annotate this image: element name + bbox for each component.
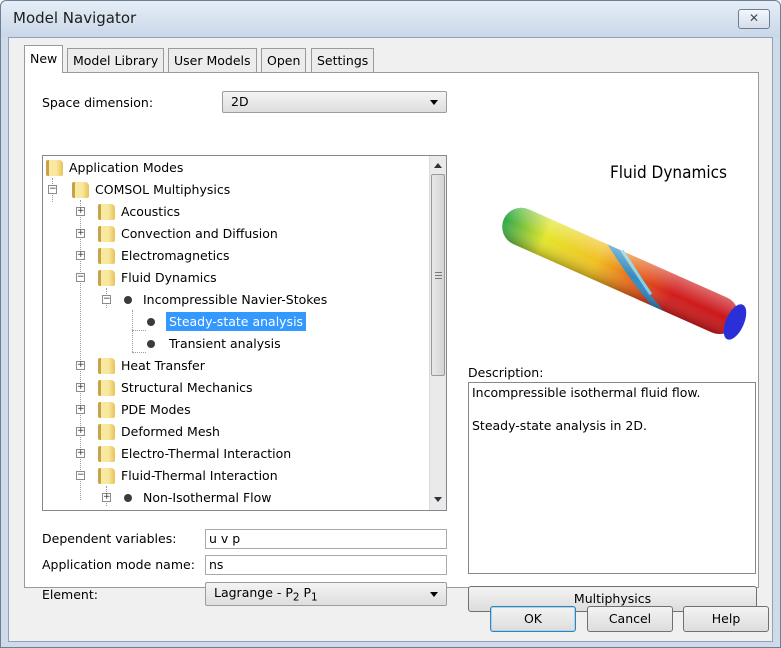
- tab-user-models[interactable]: User Models: [168, 48, 257, 72]
- folder-icon: [98, 468, 115, 484]
- element-select[interactable]: Lagrange - P2 P1: [205, 582, 447, 606]
- description-line-2: Steady-state analysis in 2D.: [472, 418, 647, 433]
- analysis-bullet-icon: [147, 340, 155, 348]
- tab-settings[interactable]: Settings: [311, 48, 375, 72]
- help-button[interactable]: Help: [683, 606, 769, 632]
- collapse-icon[interactable]: −: [76, 273, 85, 282]
- close-icon: ✕: [748, 11, 760, 25]
- dialog-client: New Model Library User Models Open Setti…: [8, 37, 773, 642]
- expand-icon[interactable]: +: [76, 361, 85, 370]
- folder-icon: [98, 380, 115, 396]
- scroll-down-icon[interactable]: [434, 497, 442, 502]
- folder-icon: [98, 226, 115, 242]
- folder-icon: [98, 402, 115, 418]
- analysis-bullet-icon: [147, 318, 155, 326]
- mode-bullet-icon: [124, 296, 132, 304]
- application-modes-tree[interactable]: Application Modes − COMSOL Multiphysics …: [42, 155, 447, 511]
- expand-icon[interactable]: +: [76, 229, 85, 238]
- element-label: Element:: [42, 587, 98, 602]
- new-tab-panel: Space dimension: 2D Application Modes − …: [24, 72, 759, 612]
- folder-icon: [98, 204, 115, 220]
- dependent-variables-label: Dependent variables:: [42, 531, 177, 546]
- chevron-down-icon: [430, 592, 438, 597]
- collapse-icon[interactable]: −: [48, 185, 57, 194]
- space-dimension-value: 2D: [231, 94, 249, 109]
- folder-icon: [46, 160, 63, 176]
- app-mode-name-label: Application mode name:: [42, 557, 195, 572]
- folder-icon: [98, 248, 115, 264]
- folder-icon: [98, 358, 115, 374]
- collapse-icon[interactable]: −: [76, 471, 85, 480]
- expand-icon[interactable]: +: [76, 207, 85, 216]
- description-box: Incompressible isothermal fluid flow. St…: [468, 382, 756, 574]
- chevron-down-icon: [430, 100, 438, 105]
- scroll-up-icon[interactable]: [434, 163, 442, 168]
- mode-bullet-icon: [124, 494, 132, 502]
- app-mode-name-input[interactable]: ns: [205, 555, 447, 575]
- title-bar: Model Navigator ✕: [1, 1, 780, 37]
- folder-icon: [98, 424, 115, 440]
- expand-icon[interactable]: +: [102, 493, 111, 502]
- tab-model-library[interactable]: Model Library: [67, 48, 165, 72]
- preview-title: Fluid Dynamics: [610, 163, 727, 183]
- description-label: Description:: [468, 365, 544, 380]
- collapse-icon[interactable]: −: [102, 295, 111, 304]
- tree-scrollbar[interactable]: [429, 156, 446, 510]
- tab-open[interactable]: Open: [261, 48, 307, 72]
- ok-button[interactable]: OK: [490, 606, 576, 632]
- space-dimension-label: Space dimension:: [42, 95, 154, 110]
- tab-new[interactable]: New: [24, 45, 64, 73]
- folder-icon: [98, 446, 115, 462]
- expand-icon[interactable]: +: [76, 405, 85, 414]
- close-button[interactable]: ✕: [738, 9, 770, 29]
- window-title: Model Navigator: [13, 9, 137, 27]
- element-value: Lagrange - P2 P1: [214, 585, 318, 604]
- description-line-1: Incompressible isothermal fluid flow.: [472, 385, 701, 400]
- folder-icon: [72, 182, 89, 198]
- fluid-flow-pipe-image: [502, 207, 747, 340]
- expand-icon[interactable]: +: [76, 449, 85, 458]
- cancel-button[interactable]: Cancel: [587, 606, 673, 632]
- dependent-variables-input[interactable]: u v p: [205, 529, 447, 549]
- expand-icon[interactable]: +: [76, 383, 85, 392]
- scroll-thumb[interactable]: [431, 174, 445, 376]
- folder-icon: [98, 270, 115, 286]
- space-dimension-select[interactable]: 2D: [222, 91, 447, 113]
- expand-icon[interactable]: +: [76, 427, 85, 436]
- expand-icon[interactable]: +: [76, 251, 85, 260]
- model-navigator-window: Model Navigator ✕ New Model Library User…: [0, 0, 781, 648]
